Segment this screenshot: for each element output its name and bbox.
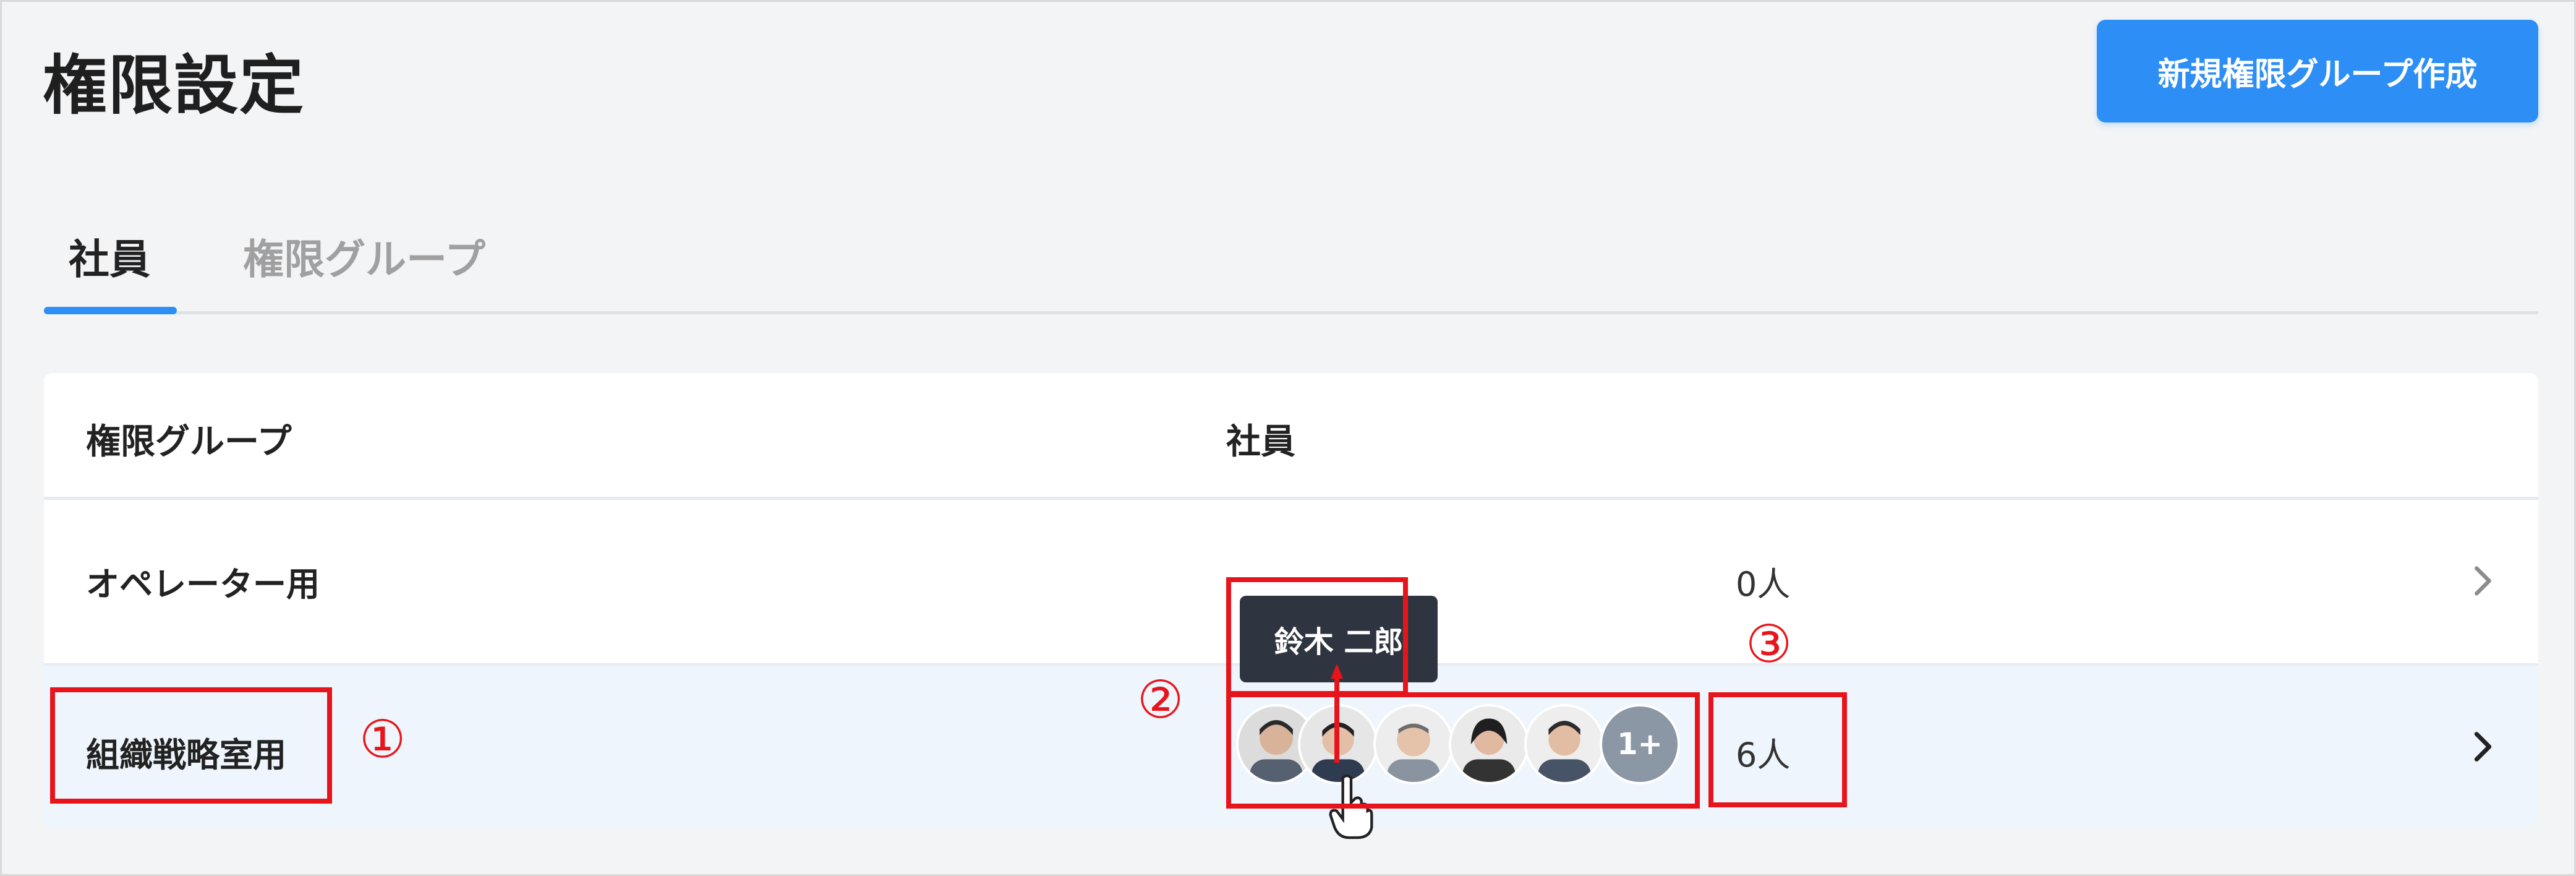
annotation-box-2: [1226, 692, 1700, 809]
column-header-employees: 社員: [1226, 422, 1295, 462]
tab-employees[interactable]: 社員: [69, 226, 150, 286]
tab-permission-groups[interactable]: 権限グループ: [243, 226, 485, 286]
annotation-number-3: ③: [1746, 614, 1793, 674]
annotation-box-1: [50, 687, 332, 804]
employee-count: 0人: [1736, 565, 1791, 604]
table-header: 権限グループ 社員: [44, 373, 2538, 500]
annotation-number-1: ①: [359, 709, 406, 770]
create-permission-group-button[interactable]: 新規権限グループ作成: [2097, 20, 2538, 122]
annotation-box-tooltip: [1226, 577, 1408, 696]
chevron-right-icon[interactable]: [2460, 725, 2504, 768]
chevron-right-icon[interactable]: [2460, 559, 2504, 603]
active-tab-indicator: [44, 307, 177, 314]
column-header-group: 権限グループ: [86, 422, 292, 462]
tab-bar: 社員 権限グループ: [44, 215, 2538, 314]
page-title: 権限設定: [43, 48, 305, 123]
group-name: オペレーター用: [86, 565, 320, 604]
annotation-number-2: ②: [1137, 669, 1184, 730]
annotation-box-3: [1708, 692, 1847, 807]
